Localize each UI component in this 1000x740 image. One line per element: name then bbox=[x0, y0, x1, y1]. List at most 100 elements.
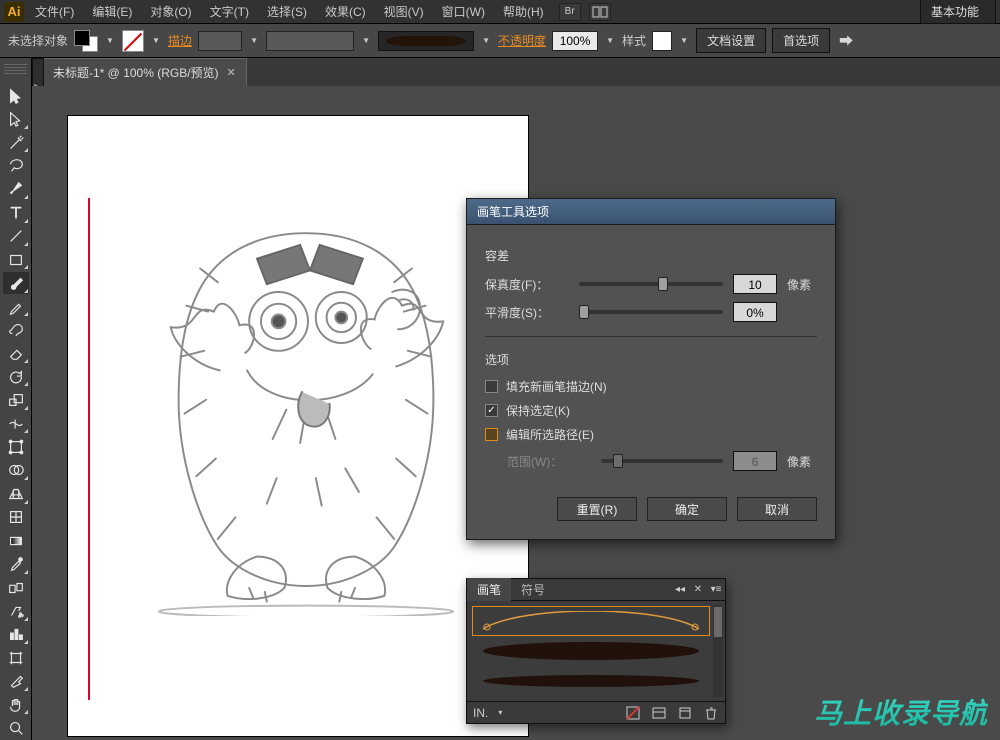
width-tool[interactable] bbox=[3, 413, 29, 434]
tab-symbols[interactable]: 符号 bbox=[511, 578, 555, 601]
menu-effect[interactable]: 效果(C) bbox=[318, 0, 373, 23]
rectangle-tool[interactable] bbox=[3, 249, 29, 270]
artboard-tool[interactable] bbox=[3, 647, 29, 668]
brush-item[interactable] bbox=[473, 637, 709, 665]
fill-stroke-swatch[interactable] bbox=[74, 30, 98, 52]
brushes-panel: 画笔 符号 ◂◂ ✕ ▾≡ IN. ▾ bbox=[466, 578, 726, 724]
stroke-none-icon[interactable] bbox=[122, 30, 144, 52]
fidelity-row: 保真度(F)： 10 像素 bbox=[485, 274, 817, 294]
fill-new-strokes-option[interactable]: 填充新画笔描边(N) bbox=[485, 378, 817, 395]
fidelity-value[interactable]: 10 bbox=[733, 274, 777, 294]
bridge-icon[interactable]: Br bbox=[559, 3, 581, 21]
preferences-button[interactable]: 首选项 bbox=[772, 28, 830, 53]
graphic-style-swatch[interactable] bbox=[652, 31, 672, 51]
stroke-weight-field[interactable] bbox=[198, 31, 242, 51]
collapse-panel-icon[interactable]: ◂◂ bbox=[671, 584, 689, 595]
column-graph-tool[interactable] bbox=[3, 624, 29, 645]
options-of-selected-icon[interactable] bbox=[651, 705, 667, 721]
rotate-tool[interactable] bbox=[3, 366, 29, 387]
fill-dropdown-icon[interactable]: ▼ bbox=[104, 30, 116, 52]
smoothness-value[interactable]: 0% bbox=[733, 302, 777, 322]
brush-def-dropdown-icon[interactable]: ▼ bbox=[480, 30, 492, 52]
opacity-field[interactable]: 100% bbox=[552, 31, 598, 51]
menu-object[interactable]: 对象(O) bbox=[143, 0, 198, 23]
free-transform-tool[interactable] bbox=[3, 436, 29, 457]
eraser-tool[interactable] bbox=[3, 343, 29, 364]
blend-tool[interactable] bbox=[3, 577, 29, 598]
zoom-tool[interactable] bbox=[3, 717, 29, 738]
menu-edit[interactable]: 编辑(E) bbox=[85, 0, 139, 23]
keep-selected-option[interactable]: 保持选定(K) bbox=[485, 402, 817, 419]
type-tool[interactable] bbox=[3, 202, 29, 223]
panel-grip[interactable] bbox=[4, 64, 27, 74]
dialog-titlebar[interactable]: 画笔工具选项 bbox=[467, 199, 835, 225]
stroke-dropdown-icon[interactable]: ▼ bbox=[150, 30, 162, 52]
margin-guide bbox=[88, 198, 90, 700]
scale-tool[interactable] bbox=[3, 389, 29, 410]
brush-item-selected[interactable] bbox=[473, 607, 709, 635]
panel-menu-icon[interactable]: ▾≡ bbox=[707, 584, 725, 595]
eyedropper-tool[interactable] bbox=[3, 553, 29, 574]
symbol-sprayer-tool[interactable] bbox=[3, 600, 29, 621]
menu-view[interactable]: 视图(V) bbox=[377, 0, 431, 23]
tolerance-group-label: 容差 bbox=[485, 247, 817, 264]
tab-brushes[interactable]: 画笔 bbox=[467, 578, 511, 601]
gradient-tool[interactable] bbox=[3, 530, 29, 551]
document-tab[interactable]: 未标题-1* @ 100% (RGB/预览) ✕ bbox=[42, 58, 247, 86]
transform-flyout-icon[interactable]: ⮕ bbox=[836, 31, 856, 51]
menu-help[interactable]: 帮助(H) bbox=[496, 0, 551, 23]
fidelity-slider[interactable] bbox=[579, 282, 723, 286]
delete-brush-icon[interactable] bbox=[703, 705, 719, 721]
pencil-tool[interactable] bbox=[3, 296, 29, 317]
brush-libraries-menu[interactable]: IN. bbox=[473, 706, 488, 720]
document-setup-button[interactable]: 文档设置 bbox=[696, 28, 766, 53]
ok-button[interactable]: 确定 bbox=[647, 497, 727, 521]
reset-button[interactable]: 重置(R) bbox=[557, 497, 637, 521]
blob-brush-tool[interactable] bbox=[3, 319, 29, 340]
hand-tool[interactable] bbox=[3, 694, 29, 715]
checkbox-checked-icon[interactable] bbox=[485, 404, 498, 417]
new-brush-icon[interactable] bbox=[677, 705, 693, 721]
close-tab-icon[interactable]: ✕ bbox=[227, 66, 236, 79]
brush-item[interactable] bbox=[473, 667, 709, 695]
opacity-label[interactable]: 不透明度 bbox=[498, 32, 546, 49]
close-panel-icon[interactable]: ✕ bbox=[689, 584, 707, 595]
menu-type[interactable]: 文字(T) bbox=[203, 0, 256, 23]
brush-definition-preview[interactable] bbox=[378, 31, 474, 51]
arrange-docs-icon[interactable] bbox=[589, 3, 611, 21]
selection-tool[interactable] bbox=[3, 85, 29, 106]
direct-selection-tool[interactable] bbox=[3, 108, 29, 129]
edit-selected-paths-label: 编辑所选路径(E) bbox=[506, 426, 594, 443]
workspace-switcher[interactable]: 基本功能 bbox=[920, 0, 996, 24]
checkbox-mixed-icon[interactable] bbox=[485, 428, 498, 441]
mesh-tool[interactable] bbox=[3, 507, 29, 528]
app-logo: Ai bbox=[4, 2, 24, 22]
slice-tool[interactable] bbox=[3, 671, 29, 692]
line-tool[interactable] bbox=[3, 226, 29, 247]
stroke-weight-stepper-icon[interactable]: ▼ bbox=[248, 30, 260, 52]
pen-tool[interactable] bbox=[3, 179, 29, 200]
style-dropdown-icon[interactable]: ▼ bbox=[678, 30, 690, 52]
menu-select[interactable]: 选择(S) bbox=[260, 0, 314, 23]
menu-file[interactable]: 文件(F) bbox=[28, 0, 81, 23]
opacity-dropdown-icon[interactable]: ▼ bbox=[604, 30, 616, 52]
cancel-button[interactable]: 取消 bbox=[737, 497, 817, 521]
smoothness-slider[interactable] bbox=[579, 310, 723, 314]
paintbrush-tool[interactable] bbox=[3, 272, 29, 293]
edit-selected-paths-option[interactable]: 编辑所选路径(E) bbox=[485, 426, 817, 443]
style-label: 样式 bbox=[622, 32, 646, 49]
panel-scrollbar[interactable] bbox=[713, 605, 723, 697]
fidelity-label: 保真度(F)： bbox=[485, 276, 569, 293]
checkbox-icon[interactable] bbox=[485, 380, 498, 393]
magic-wand-tool[interactable] bbox=[3, 132, 29, 153]
brush-list[interactable] bbox=[467, 601, 725, 701]
var-width-profile[interactable] bbox=[266, 31, 354, 51]
menu-window[interactable]: 窗口(W) bbox=[435, 0, 492, 23]
remove-stroke-icon[interactable] bbox=[625, 705, 641, 721]
stroke-label[interactable]: 描边 bbox=[168, 32, 192, 49]
panel-header[interactable]: 画笔 符号 ◂◂ ✕ ▾≡ bbox=[467, 579, 725, 601]
lasso-tool[interactable] bbox=[3, 155, 29, 176]
var-width-dropdown-icon[interactable]: ▼ bbox=[360, 30, 372, 52]
shape-builder-tool[interactable] bbox=[3, 460, 29, 481]
perspective-grid-tool[interactable] bbox=[3, 483, 29, 504]
